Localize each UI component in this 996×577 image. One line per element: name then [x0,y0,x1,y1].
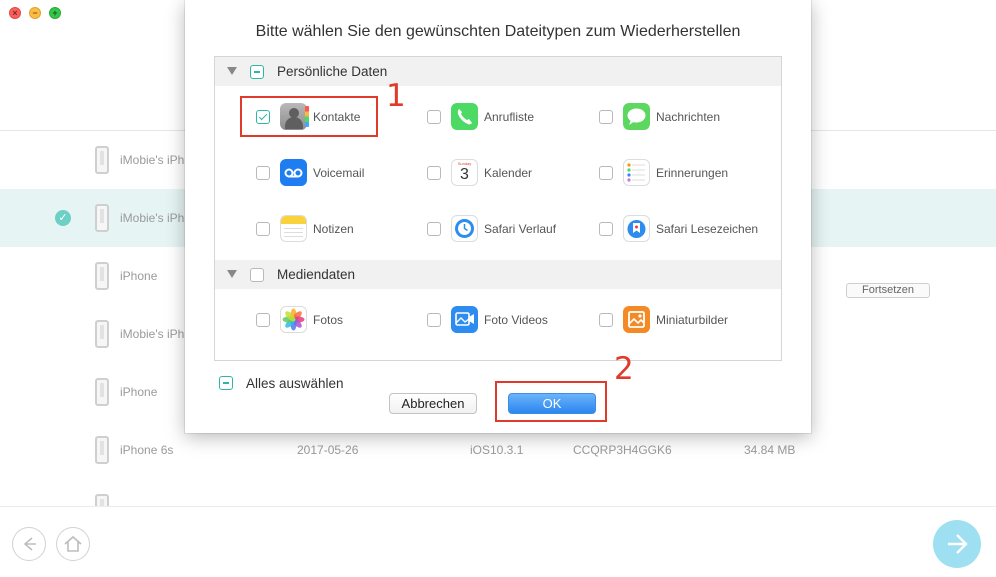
item-notes[interactable]: Notizen [256,214,416,244]
home-icon [63,535,82,552]
item-label: Notizen [313,222,354,236]
calendar-icon: Sunday 3 [451,159,478,186]
item-label: Safari Lesezeichen [656,222,759,236]
iphone-icon [95,494,109,506]
next-button[interactable] [933,520,981,568]
iphone-icon [95,320,109,348]
checkbox-notes[interactable] [256,222,270,236]
item-label: Voicemail [313,166,365,180]
disclosure-triangle-icon[interactable] [227,270,237,278]
cancel-button[interactable]: Abbrechen [389,393,477,414]
checkbox-call-log[interactable] [427,110,441,124]
device-name: iMobie's iPh [120,153,185,167]
file-type-dialog: Bitte wählen Sie den gewünschten Dateity… [185,0,811,433]
device-name: iPhone [120,269,158,283]
item-calendar[interactable]: Sunday 3 Kalender [427,158,587,188]
dialog-title: Bitte wählen Sie den gewünschten Dateity… [255,23,741,40]
group-header-media[interactable]: Mediendaten [215,260,781,289]
device-name: iMobie's iPh [120,327,185,341]
checkbox-photos[interactable] [256,313,270,327]
checkbox-photo-videos[interactable] [427,313,441,327]
iphone-icon [95,378,109,406]
item-label: Foto Videos [484,313,548,327]
item-label: Erinnerungen [656,166,729,180]
item-label: Nachrichten [656,110,721,124]
minimize-icon: − [32,8,38,18]
safari-history-icon [451,215,478,242]
item-voicemail[interactable]: Voicemail [256,158,416,188]
thumbnails-icon [623,306,650,333]
group-checkbox-personal[interactable] [250,65,264,79]
annotation-box-ok [495,381,607,422]
ios-version: iOS10.3.1 [470,443,524,457]
messages-icon [623,103,650,130]
close-icon: × [12,8,18,18]
annotation-box-contacts [240,96,378,137]
group-label: Persönliche Daten [277,64,388,79]
select-all-checkbox[interactable] [219,376,233,390]
reminders-icon [623,159,650,186]
checkbox-messages[interactable] [599,110,613,124]
checkbox-thumbnails[interactable] [599,313,613,327]
backup-date: 2017-05-26 [297,443,359,457]
iphone-icon [95,204,109,232]
item-label: Kalender [484,166,533,180]
iphone-icon [95,262,109,290]
item-photos[interactable]: Fotos [256,305,416,335]
item-thumbnails[interactable]: Miniaturbilder [599,305,759,335]
disclosure-triangle-icon[interactable] [227,67,237,75]
arrow-right-icon [948,534,968,554]
item-label: Safari Verlauf [484,222,557,236]
item-safari-bookmarks[interactable]: Safari Lesezeichen [599,214,759,244]
group-checkbox-media[interactable] [250,268,264,282]
photos-icon [280,306,307,333]
footer-divider [0,506,996,507]
serial-number: CCQRP3H4GGK6 [573,443,672,457]
back-button[interactable] [12,527,46,561]
checkbox-reminders[interactable] [599,166,613,180]
safari-bookmarks-icon [623,215,650,242]
item-safari-history[interactable]: Safari Verlauf [427,214,587,244]
item-call-log[interactable]: Anrufliste [427,102,587,132]
voicemail-icon [280,159,307,186]
photo-videos-icon [451,306,478,333]
device-name: iPhone [120,385,158,399]
group-header-personal[interactable]: Persönliche Daten [215,57,781,86]
item-reminders[interactable]: Erinnerungen [599,158,759,188]
group-label: Mediendaten [277,267,356,282]
device-name: iMobie's iPh [120,211,185,225]
zoom-icon: + [52,8,58,18]
calendar-day: 3 [460,166,469,183]
iphone-icon [95,146,109,174]
arrow-left-icon [23,536,36,551]
notes-icon [280,215,307,242]
item-messages[interactable]: Nachrichten [599,102,759,132]
item-label: Fotos [313,313,344,327]
item-label: Miniaturbilder [656,313,729,327]
item-photo-videos[interactable]: Foto Videos [427,305,587,335]
device-row[interactable] [0,479,996,506]
checkmark-icon: ✓ [55,210,71,226]
device-name: iPhone 6s [120,443,174,457]
select-all-label: Alles auswählen [246,376,344,391]
minimize-window-button[interactable]: − [29,7,41,19]
checkbox-calendar[interactable] [427,166,441,180]
annotation-step-2: 2 [614,351,634,387]
iphone-icon [95,436,109,464]
checkbox-voicemail[interactable] [256,166,270,180]
close-window-button[interactable]: × [9,7,21,19]
item-label: Anrufliste [484,110,535,124]
backup-size: 34.84 MB [744,443,796,457]
zoom-window-button[interactable]: + [49,7,61,19]
annotation-step-1: 1 [386,78,406,114]
home-button[interactable] [56,527,90,561]
phone-icon [451,103,478,130]
checkbox-safari-bookmarks[interactable] [599,222,613,236]
checkbox-safari-history[interactable] [427,222,441,236]
